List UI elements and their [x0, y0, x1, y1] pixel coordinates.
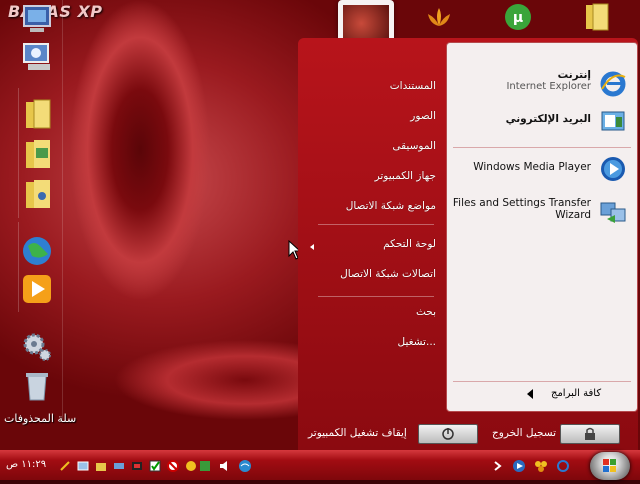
internet-globe-icon[interactable]	[20, 234, 54, 268]
logoff-label[interactable]: تسجيل الخروج	[492, 427, 556, 439]
program-windows-media-player[interactable]: Windows Media Player	[453, 151, 631, 187]
left-bar-divider	[18, 222, 19, 312]
left-bar-divider	[18, 88, 19, 218]
quicklaunch-expand-icon[interactable]	[490, 458, 504, 472]
network-places-icon[interactable]	[20, 40, 54, 74]
start-menu: المستندات الصور الموسيقى جهاز الكمبيوتر …	[298, 38, 638, 450]
quicklaunch-media-icon[interactable]	[512, 458, 526, 472]
menu-item-my-computer[interactable]: جهاز الكمبيوتر	[375, 170, 436, 182]
settings-gear-icon[interactable]	[20, 330, 54, 364]
utorrent-icon[interactable]: µ	[503, 2, 533, 32]
shutdown-button[interactable]	[418, 424, 478, 444]
tray-sync-icon[interactable]	[184, 458, 198, 472]
menu-separator	[318, 224, 434, 225]
power-icon	[442, 428, 454, 440]
menu-item-network-connections[interactable]: اتصالات شبكة الاتصال	[340, 268, 436, 280]
music-folder-icon[interactable]	[22, 178, 56, 212]
recycle-bin-label: سلة المحذوفات	[4, 412, 77, 425]
tray-app-icon[interactable]	[198, 458, 212, 472]
my-computer-icon[interactable]	[20, 2, 54, 36]
tray-folder-icon[interactable]	[94, 458, 108, 472]
program-title: إنترنت	[557, 69, 591, 81]
svg-text:µ: µ	[513, 10, 523, 26]
taskbar-clock[interactable]: ١١:٢٩ ص	[6, 459, 46, 470]
start-menu-footer: تسجيل الخروج إيقاف تشغيل الكمبيوتر	[298, 412, 638, 450]
tray-checkbox-icon[interactable]	[148, 458, 162, 472]
transfer-wizard-icon	[599, 197, 627, 225]
media-player-desktop-icon[interactable]	[20, 272, 54, 306]
menu-separator	[453, 381, 631, 382]
menu-item-control-panel[interactable]: لوحة التحكم	[383, 238, 436, 250]
quicklaunch-ie-icon[interactable]	[556, 458, 570, 472]
tray-pen-icon[interactable]	[58, 458, 72, 472]
lotus-icon[interactable]	[424, 2, 454, 32]
program-transfer-wizard[interactable]: Files and Settings Transfer Wizard	[453, 193, 631, 229]
program-title: Files and Settings Transfer Wizard	[452, 197, 591, 221]
menu-item-music[interactable]: الموسيقى	[392, 140, 436, 152]
menu-item-search[interactable]: بحث	[416, 306, 436, 318]
menu-item-run[interactable]: تشغيل...	[398, 336, 437, 348]
arrow-left-icon	[527, 389, 533, 399]
documents-folder-icon[interactable]	[22, 98, 56, 132]
media-player-icon	[599, 155, 627, 183]
all-programs-button[interactable]: كافة البرامج	[451, 383, 633, 405]
shutdown-label[interactable]: إيقاف تشغيل الكمبيوتر	[308, 427, 407, 439]
pictures-folder-icon[interactable]	[22, 138, 56, 172]
menu-item-documents[interactable]: المستندات	[390, 80, 436, 92]
program-subtitle: Internet Explorer	[506, 81, 591, 92]
tray-network-icon[interactable]	[238, 458, 252, 472]
menu-item-network-places[interactable]: مواضع شبكة الاتصال	[346, 200, 436, 212]
windows-logo-icon	[603, 459, 616, 472]
recycle-bin-icon[interactable]	[20, 368, 54, 402]
internet-explorer-icon	[599, 69, 627, 97]
menu-item-pictures[interactable]: الصور	[410, 110, 436, 122]
tray-device-icon[interactable]	[112, 458, 126, 472]
program-internet-explorer[interactable]: إنترنت Internet Explorer	[453, 65, 631, 101]
tray-security-icon[interactable]	[130, 458, 144, 472]
program-title: البريد الإلكتروني	[505, 113, 591, 125]
program-email[interactable]: البريد الإلكتروني	[453, 103, 631, 139]
logoff-button[interactable]	[560, 424, 620, 444]
menu-separator	[453, 147, 631, 148]
all-programs-label: كافة البرامج	[551, 388, 602, 399]
program-title: Windows Media Player	[473, 161, 591, 173]
folder-top-icon[interactable]	[582, 2, 612, 32]
start-button[interactable]	[590, 452, 630, 480]
email-icon	[599, 107, 627, 135]
quicklaunch-butterfly-icon[interactable]	[534, 458, 548, 472]
start-menu-places: المستندات الصور الموسيقى جهاز الكمبيوتر …	[298, 38, 444, 410]
lock-icon	[585, 427, 595, 440]
submenu-arrow-icon	[310, 244, 314, 250]
start-menu-programs: إنترنت Internet Explorer البريد الإلكترون…	[446, 42, 638, 412]
menu-separator	[318, 296, 434, 297]
tray-display-icon[interactable]	[76, 458, 90, 472]
tray-volume-icon[interactable]	[218, 458, 232, 472]
tray-blocked-icon[interactable]	[166, 458, 180, 472]
